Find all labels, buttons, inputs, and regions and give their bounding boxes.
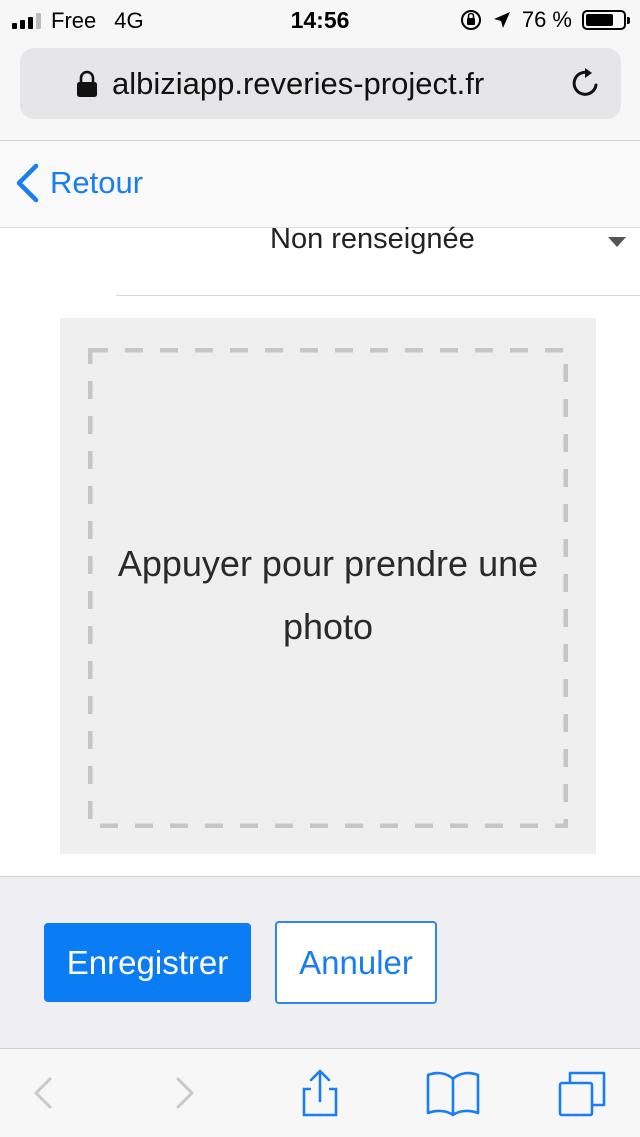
status-bar: Free 4G 14:56 76 % [0,0,640,40]
app-header: Retour [0,141,640,228]
select-value: Non renseignée [270,223,475,255]
back-label: Retour [50,165,144,200]
share-icon[interactable] [296,1069,344,1117]
browser-forward-icon[interactable] [160,1069,208,1117]
cancel-button[interactable]: Annuler [275,921,437,1004]
battery-icon [582,10,630,30]
browser-back-icon[interactable] [20,1069,68,1117]
caret-down-icon [608,237,626,247]
status-select[interactable]: Non renseignée [116,223,640,296]
location-arrow-icon [493,12,510,28]
orientation-lock-icon [460,10,481,30]
tabs-icon[interactable] [558,1069,606,1117]
browser-toolbar [0,1048,640,1137]
chevron-left-icon [16,163,39,203]
lock-icon [77,70,97,97]
reload-icon[interactable] [569,66,603,100]
status-right: 76 % [460,7,630,33]
address-bar[interactable]: albiziapp.reveries-project.fr [20,48,621,119]
url-text[interactable]: albiziapp.reveries-project.fr [112,66,484,102]
photo-prompt: Appuyer pour prendre une photo [117,543,539,647]
form-actions: Enregistrer Annuler [0,876,640,1049]
battery-percentage: 76 % [521,7,572,32]
photo-capture-zone[interactable]: Appuyer pour prendre une photo [60,318,596,854]
browser-address-area: albiziapp.reveries-project.fr [0,40,640,141]
book-icon[interactable] [426,1069,480,1117]
save-button[interactable]: Enregistrer [44,923,251,1002]
back-button[interactable]: Retour [14,163,143,203]
